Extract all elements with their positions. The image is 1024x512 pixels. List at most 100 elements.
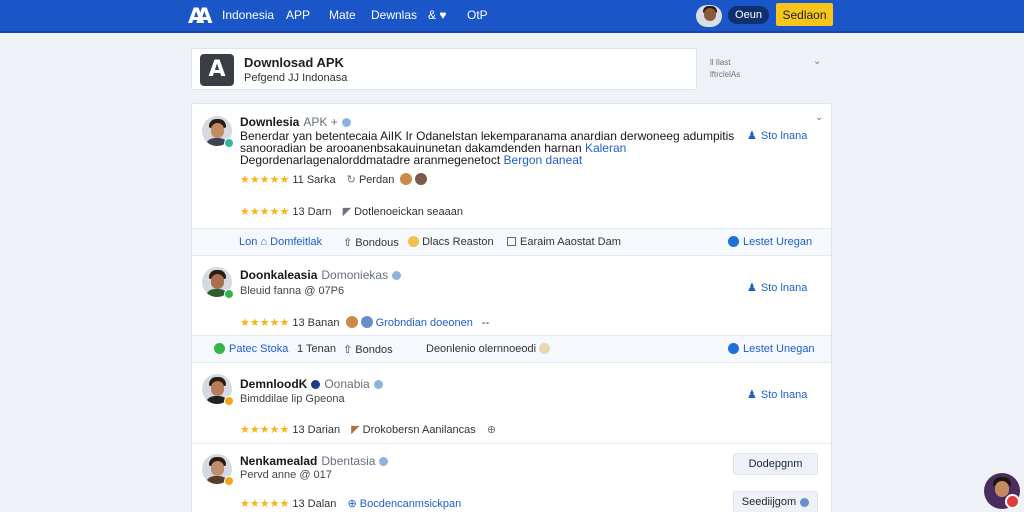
action-label: Deonlenio olernnoeodi	[426, 343, 537, 355]
nav-item-indonesia[interactable]: Indonesia	[222, 8, 274, 22]
nav-item-icons[interactable]: & ♥	[428, 8, 446, 22]
nav-item-mate[interactable]: Mate	[329, 8, 356, 22]
post-subtitle: Bimddilae lip Gpeona	[240, 393, 345, 405]
action-label: Patec Stoka	[229, 343, 289, 355]
chevron-down-icon[interactable]: ⌄	[813, 56, 821, 67]
check-icon	[728, 343, 739, 354]
action-latest[interactable]: Lestet Unegan	[728, 343, 815, 355]
online-badge	[224, 138, 234, 148]
action-label: Earaim Aaostat Dam	[520, 236, 621, 248]
nav-item-otp[interactable]: OtP	[467, 8, 488, 22]
author-meta: Dbentasia	[321, 454, 376, 468]
secondary-button[interactable]: Dodepgnm	[733, 453, 818, 475]
action-share[interactable]: ⇧ Bondous	[343, 236, 399, 249]
rating-count: 13 Darn	[292, 206, 332, 218]
user-plus-icon: ♟	[747, 130, 757, 142]
action-share[interactable]: ⇧ Bondos	[343, 343, 393, 356]
action-label: Lestet Unegan	[743, 343, 815, 355]
post-author[interactable]: Downlesia APK +	[240, 115, 351, 129]
post-subtitle: Pervd anne @ 017	[240, 469, 332, 481]
follow-label: Sto lnana	[760, 389, 808, 401]
nav-item-app[interactable]: APP	[286, 8, 310, 22]
rating-count: 13 Darian	[292, 424, 341, 436]
rating-link[interactable]: Grobndian doeonen	[376, 317, 473, 329]
plus-icon[interactable]: ⊕	[487, 424, 496, 436]
side-note-line: ll Ilast	[710, 58, 731, 67]
post-text-line: Degordenarlagenalorddmatadre aranmegenet…	[240, 153, 504, 167]
tag-icon: ◤	[342, 206, 352, 218]
star-rating-icon: ★★★★★	[240, 206, 290, 218]
action-react[interactable]: Dlacs Reaston	[408, 236, 494, 248]
follow-label: Sto lnana	[760, 282, 808, 294]
status-badge	[224, 396, 234, 406]
app-header-card: A Downlosad APK Pefgend JJ Indonasa	[191, 48, 697, 90]
follow-button[interactable]: ♟ Sto lnana	[747, 129, 807, 142]
follow-button[interactable]: ♟ Sto lnana	[747, 281, 807, 294]
share-icon: ⇧	[343, 344, 353, 356]
verified-icon	[311, 380, 321, 389]
side-note: ll Ilast lftrclelAs	[710, 57, 740, 81]
author-meta: APK +	[303, 115, 338, 129]
action-label: Domfeitlak	[270, 236, 323, 248]
app-logo[interactable]: AA	[188, 4, 214, 28]
post-author[interactable]: Nenkamealad Dbentasia	[240, 454, 389, 468]
action-label: Bondos	[355, 344, 393, 356]
share-icon: ⇧	[343, 237, 353, 249]
action-label: Bondous	[355, 237, 399, 249]
follow-label: Sto lnana	[760, 130, 808, 142]
emoji-icon	[415, 173, 428, 185]
post-link[interactable]: Bergon daneat	[504, 153, 583, 167]
app-subtitle: Pefgend JJ Indonasa	[244, 72, 348, 84]
star-rating-icon: ★★★★★	[240, 317, 290, 329]
post-author[interactable]: DemnloodK Oonabia	[240, 377, 383, 391]
comment-icon[interactable]: ↻	[347, 174, 356, 186]
post-author[interactable]: Doonkaleasia Domoniekas	[240, 268, 402, 282]
author-name: DemnloodK	[240, 377, 308, 391]
post-action-bar: Patec Stoka 1 Tenan ⇧ Bondos Deonlenio o…	[192, 335, 831, 363]
link-icon: ⊕	[347, 498, 357, 510]
side-note-line: lftrclelAs	[710, 70, 741, 79]
user-plus-icon: ♟	[747, 282, 757, 294]
verified-icon	[392, 271, 402, 280]
primary-action-button[interactable]: Sedlaon	[776, 3, 833, 26]
verified-icon	[800, 497, 810, 507]
action-label: 1 Tenan	[297, 343, 336, 355]
author-name: Downlesia	[240, 115, 300, 129]
post-text: Benerdar yan betentecaia AiIK Ir Odanels…	[240, 130, 760, 166]
rating-label: Perdan	[358, 174, 395, 186]
post-subtitle: Bleuid fanna @ 07P6	[240, 285, 345, 297]
verified-icon	[373, 380, 383, 389]
tag-icon: ◤	[351, 424, 360, 436]
rating-label: Dotlenoeickan seaaan	[354, 206, 463, 218]
action-label: Lestet Uregan	[743, 236, 813, 248]
action-react[interactable]: Deonlenio olernnoeodi	[426, 343, 551, 355]
rating-link[interactable]: Bocdencanmsickpan	[360, 498, 462, 510]
bookmark-icon	[507, 237, 516, 246]
button-label: Seediijgom	[741, 496, 797, 508]
rating-count: 11 Sarka	[292, 174, 336, 186]
notification-badge	[1005, 494, 1020, 509]
rating-label: Drokobersn Aanilancas	[362, 424, 476, 436]
follow-button[interactable]: ♟ Sto lnana	[747, 388, 807, 401]
rating-row: ★★★★★ 13 Banan Grobndian doeonen --	[240, 316, 489, 329]
action-latest[interactable]: Lestet Uregan	[728, 236, 812, 248]
verified-icon	[379, 457, 389, 466]
secondary-button[interactable]: Seediijgom	[733, 491, 818, 512]
rating-count: 13 Dalan	[292, 498, 337, 510]
emoji-icon	[345, 316, 358, 328]
rating-count: 13 Banan	[292, 317, 340, 329]
account-pill[interactable]: Oeun	[728, 6, 769, 24]
action-like[interactable]: Lon ⌂ Domfeitlak	[239, 236, 322, 248]
home-icon: ⌂	[260, 236, 268, 248]
author-name: Doonkaleasia	[240, 268, 318, 282]
rating-tail: --	[481, 317, 490, 329]
action-save[interactable]: Earaim Aaostat Dam	[507, 236, 621, 248]
nav-item-download[interactable]: Dewnlas	[371, 8, 417, 22]
feed-card: ⌄ Downlesia APK + Benerdar yan betentecai…	[191, 103, 832, 512]
post-link[interactable]: Kaleran	[585, 141, 626, 155]
user-avatar[interactable]	[696, 5, 722, 27]
action-like[interactable]: Patec Stoka	[214, 343, 288, 355]
user-plus-icon: ♟	[747, 389, 757, 401]
chevron-down-icon[interactable]: ⌄	[815, 112, 823, 123]
action-comment[interactable]: 1 Tenan	[297, 343, 336, 355]
